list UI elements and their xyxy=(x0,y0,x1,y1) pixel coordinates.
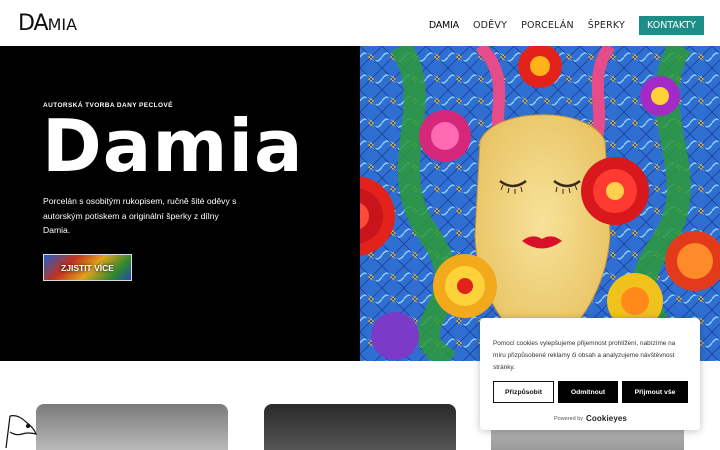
cookie-banner: Pomocí cookies vylepšujeme přijemnost pr… xyxy=(480,318,700,430)
site-header: DAMIA Damia Oděvy Porcelán Šperky Kontak… xyxy=(0,0,720,46)
learn-more-button[interactable]: Zjistit více xyxy=(43,254,132,281)
main-nav: Damia Oděvy Porcelán Šperky Kontakty xyxy=(415,16,704,35)
cookie-powered-by[interactable]: Powered by Cookieyes xyxy=(554,414,627,423)
cookie-reject-button[interactable]: Odmítnout xyxy=(558,381,618,403)
nav-item-damia[interactable]: Damia xyxy=(429,17,459,35)
hero-title: Damia xyxy=(42,104,304,188)
hero-text-panel: Autorská tvorba Dany Peclové Damia Porce… xyxy=(0,46,360,361)
hero-artwork xyxy=(360,46,720,361)
nav-item-porcelan[interactable]: Porcelán xyxy=(521,17,574,35)
cookie-customize-button[interactable]: Přizpůsobit xyxy=(493,381,554,403)
artwork-illustration xyxy=(360,46,720,361)
logo[interactable]: DAMIA xyxy=(18,10,77,36)
logo-text: DAMIA xyxy=(18,10,78,36)
cookie-accept-button[interactable]: Přijmout vše xyxy=(622,381,688,403)
cookieyes-logo: Cookieyes xyxy=(586,414,627,423)
bird-decoration-icon xyxy=(5,415,37,449)
contact-button[interactable]: Kontakty xyxy=(639,16,704,35)
cookie-text: Pomocí cookies vylepšujeme přijemnost pr… xyxy=(493,340,676,371)
nav-item-odevy[interactable]: Oděvy xyxy=(473,17,507,35)
hero-description: Porcelán s osobitým rukopisem, ručně šit… xyxy=(43,196,237,236)
product-card-porcelain[interactable] xyxy=(36,404,228,450)
nav-item-sperky[interactable]: Šperky xyxy=(588,17,625,35)
product-card-clothing[interactable] xyxy=(264,404,456,450)
